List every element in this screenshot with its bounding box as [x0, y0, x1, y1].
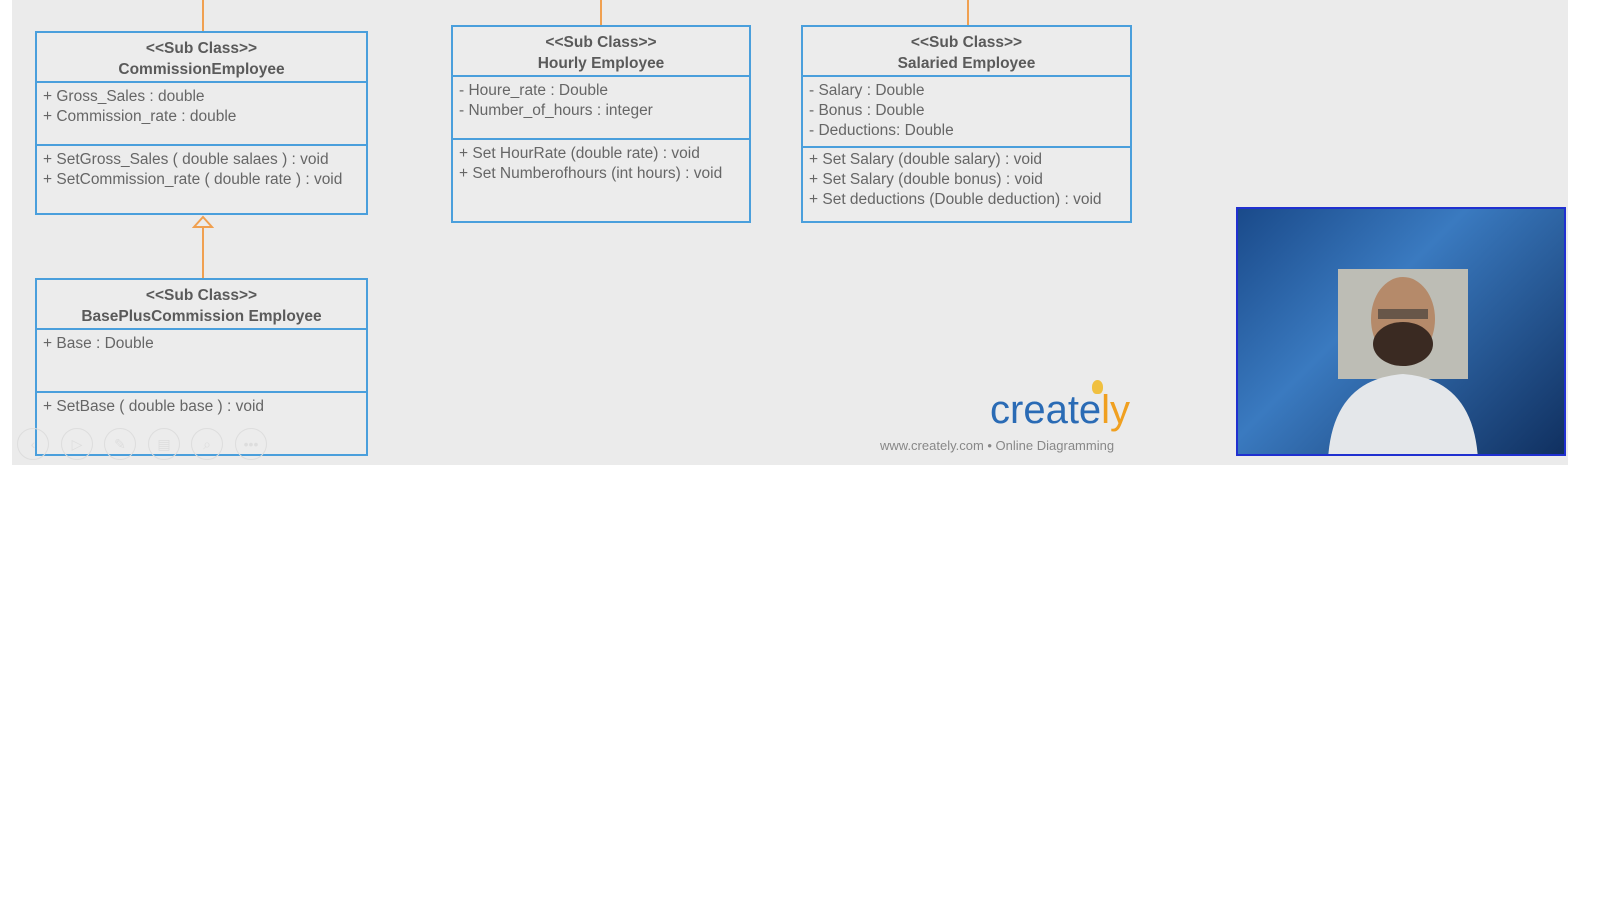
creately-logo: creately	[990, 388, 1131, 432]
method: + Set deductions (Double deduction) : vo…	[809, 191, 1102, 208]
connector	[967, 0, 969, 25]
connector	[600, 0, 602, 25]
attribute: - Number_of_hours : integer	[459, 102, 653, 119]
stereotype: <<Sub Class>>	[910, 34, 1023, 51]
method: + Set HourRate (double rate) : void	[459, 145, 700, 162]
class-name: CommissionEmployee	[118, 61, 285, 78]
attribute: - Houre_rate : Double	[459, 82, 609, 99]
method: + SetBase ( double base ) : void	[43, 398, 265, 415]
stereotype: <<Sub Class>>	[545, 34, 657, 51]
method: + SetCommission_rate ( double rate ) : v…	[43, 171, 343, 188]
class-name: BasePlusCommission Employee	[81, 308, 322, 325]
stereotype: <<Sub Class>>	[145, 287, 258, 304]
more-icon[interactable]: •••	[235, 428, 267, 460]
logo-tagline: www.creately.com • Online Diagramming	[880, 438, 1115, 453]
class-name: Salaried Employee	[897, 55, 1036, 72]
webcam-video	[1236, 207, 1566, 456]
method: + Set Numberofhours (int hours) : void	[459, 165, 723, 182]
prev-icon[interactable]: ‹	[17, 428, 49, 460]
attribute: + Commission_rate : double	[43, 108, 237, 125]
slides-icon[interactable]: ▤	[148, 428, 180, 460]
attribute: - Bonus : Double	[809, 102, 925, 119]
zoom-icon[interactable]: ⌕	[191, 428, 223, 460]
method: + Set Salary (double salary) : void	[809, 151, 1043, 168]
class-name: Hourly Employee	[537, 55, 665, 72]
attribute: + Gross_Sales : double	[43, 88, 205, 105]
connector	[202, 0, 204, 31]
presenter-image	[1328, 269, 1478, 454]
inheritance-connector	[202, 226, 204, 278]
method: + SetGross_Sales ( double salaes ) : voi…	[43, 151, 329, 168]
pen-icon[interactable]: ✎	[104, 428, 136, 460]
class-commission-employee[interactable]: <<Sub Class>> CommissionEmployee + Gross_…	[35, 31, 368, 215]
attribute: - Salary : Double	[809, 82, 925, 99]
class-salaried-employee[interactable]: <<Sub Class>> Salaried Employee - Salary …	[801, 25, 1132, 223]
attribute: - Deductions: Double	[809, 122, 954, 139]
class-hourly-employee[interactable]: <<Sub Class>> Hourly Employee - Houre_rat…	[451, 25, 751, 223]
inheritance-arrow-icon	[192, 215, 214, 228]
attribute: + Base : Double	[43, 335, 154, 352]
method: + Set Salary (double bonus) : void	[809, 171, 1043, 188]
stereotype: <<Sub Class>>	[145, 40, 258, 57]
play-icon[interactable]: ▷	[61, 428, 93, 460]
